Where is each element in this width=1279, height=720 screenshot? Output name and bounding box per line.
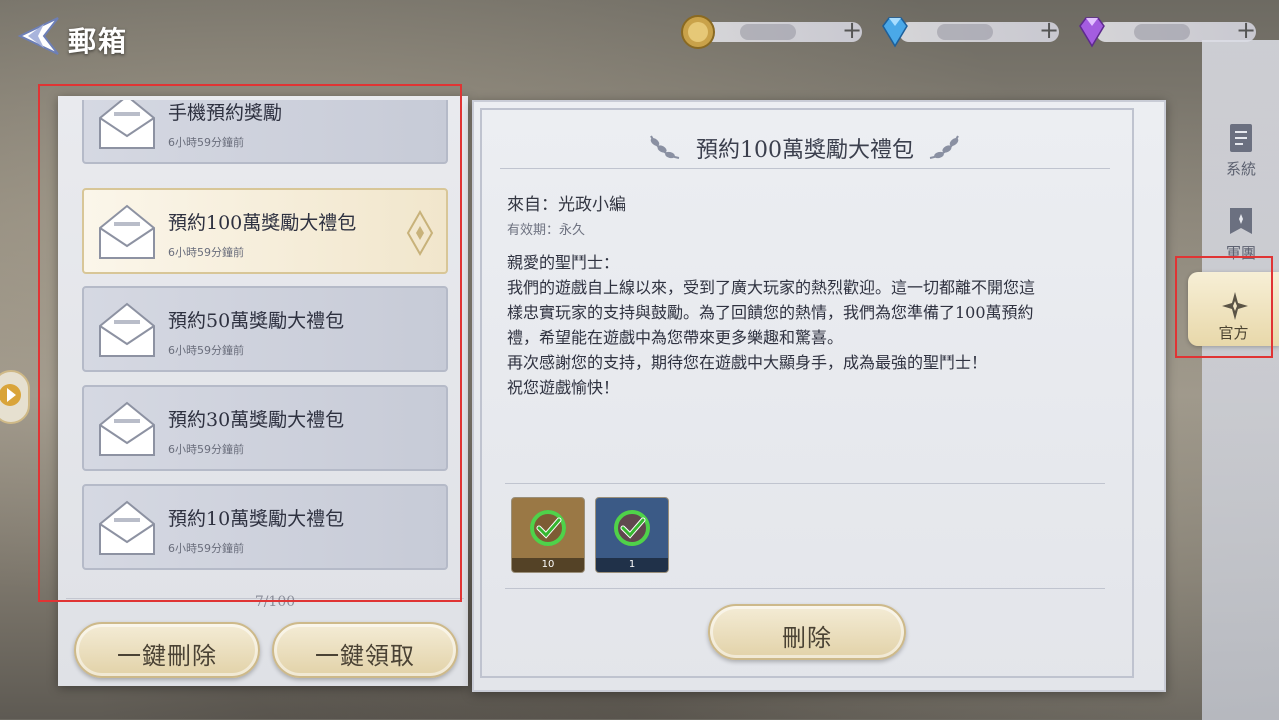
mail-body-line: 我們的遊戲自上線以來，受到了廣大玩家的熱烈歡迎。這一切都離不開您這 xyxy=(507,278,1036,297)
play-arrow-icon xyxy=(0,384,21,406)
mail-title: 預約50萬獎勵大禮包 xyxy=(168,310,345,332)
add-gold-button[interactable]: + xyxy=(840,18,864,42)
currency-value xyxy=(1134,24,1190,40)
back-button[interactable] xyxy=(14,14,62,58)
divider xyxy=(500,168,1110,169)
mail-body-line: 樣忠實玩家的支持與鼓勵。為了回饋您的熱情，我們為您準備了100萬預約 xyxy=(507,303,1034,322)
purple-diamond-icon xyxy=(1079,17,1105,48)
mail-item[interactable]: 預約30萬獎勵大禮包 6小時59分鐘前 xyxy=(82,385,448,471)
mail-time: 6小時59分鐘前 xyxy=(168,246,244,259)
mail-validity: 有效期：永久 xyxy=(507,223,586,238)
mail-sender: 來自：光政小編 xyxy=(507,195,626,215)
tab-label: 官方 xyxy=(1218,324,1249,342)
mail-time: 6小時59分鐘前 xyxy=(168,542,244,555)
detail-title: 預約100萬獎勵大禮包 xyxy=(696,138,914,163)
selected-diamond-icon xyxy=(406,209,434,257)
delete-all-button[interactable]: 一鍵刪除 xyxy=(74,622,260,678)
tab-legion[interactable]: 軍團 xyxy=(1206,200,1276,274)
button-label: 一鍵刪除 xyxy=(117,642,217,670)
claimed-check-icon xyxy=(614,510,650,546)
envelope-icon xyxy=(99,500,155,555)
mail-list[interactable]: 手機預約獎勵 6小時59分鐘前 預約100萬獎勵大禮包 6小時59分鐘前 預約5… xyxy=(80,100,455,580)
mail-item[interactable]: 預約50萬獎勵大禮包 6小時59分鐘前 xyxy=(82,286,448,372)
mail-body-line: 再次感謝您的支持，期待您在遊戲中大顯身手，成為最強的聖鬥士！ xyxy=(507,353,988,372)
envelope-icon xyxy=(99,401,155,456)
attachment-qty: 1 xyxy=(596,558,668,572)
blue-diamond-icon xyxy=(882,17,908,48)
tab-label: 軍團 xyxy=(1225,244,1256,262)
side-expand-button[interactable] xyxy=(0,370,30,424)
mail-time: 6小時59分鐘前 xyxy=(168,443,244,456)
attachment-item[interactable]: 1 xyxy=(595,497,669,573)
tab-system[interactable]: 系統 xyxy=(1206,116,1276,190)
envelope-icon xyxy=(99,100,155,149)
currency-value xyxy=(937,24,993,40)
document-icon xyxy=(1230,124,1252,152)
currency-value xyxy=(740,24,796,40)
attachment-qty: 10 xyxy=(512,558,584,572)
divider xyxy=(505,483,1105,484)
mail-time: 6小時59分鐘前 xyxy=(168,136,244,149)
mail-body-line: 祝您遊戲愉快！ xyxy=(507,378,620,397)
laurel-right-icon xyxy=(929,135,959,159)
banner-icon xyxy=(1230,208,1252,234)
tab-label: 系統 xyxy=(1225,160,1256,178)
mail-title: 預約100萬獎勵大禮包 xyxy=(168,212,357,234)
mail-title: 預約10萬獎勵大禮包 xyxy=(168,508,345,530)
mail-item[interactable]: 預約10萬獎勵大禮包 6小時59分鐘前 xyxy=(82,484,448,570)
mail-time: 6小時59分鐘前 xyxy=(168,344,244,357)
currency-gold: + xyxy=(680,14,870,49)
attachment-item[interactable]: 10 xyxy=(511,497,585,573)
currency-blue-diamond: + xyxy=(877,14,1067,48)
mail-body: 親愛的聖鬥士： 我們的遊戲自上線以來，受到了廣大玩家的熱烈歡迎。這一切都離不開您… xyxy=(507,250,1107,400)
gold-coin-icon xyxy=(681,15,715,49)
mail-item-selected[interactable]: 預約100萬獎勵大禮包 6小時59分鐘前 xyxy=(82,188,448,274)
mail-body-line: 親愛的聖鬥士： xyxy=(507,253,620,272)
button-label: 一鍵領取 xyxy=(315,642,415,670)
envelope-icon xyxy=(99,302,155,357)
button-label: 刪除 xyxy=(782,624,832,652)
mail-item[interactable]: 手機預約獎勵 6小時59分鐘前 xyxy=(82,100,448,164)
envelope-icon xyxy=(99,204,155,259)
add-blue-diamond-button[interactable]: + xyxy=(1037,18,1061,42)
mail-count: 7/100 xyxy=(254,594,296,610)
page-title: 郵箱 xyxy=(68,25,129,58)
back-arrow-icon xyxy=(17,17,59,55)
claimed-check-icon xyxy=(530,510,566,546)
tab-official[interactable]: 官方 xyxy=(1188,272,1279,346)
mail-body-line: 禮，希望能在遊戲中為您帶來更多樂趣和驚喜。 xyxy=(507,328,844,347)
divider xyxy=(505,588,1105,589)
star-compass-icon xyxy=(1222,292,1248,320)
mail-title: 預約30萬獎勵大禮包 xyxy=(168,409,345,431)
add-purple-diamond-button[interactable]: + xyxy=(1234,18,1258,42)
delete-button[interactable]: 刪除 xyxy=(708,604,906,660)
claim-all-button[interactable]: 一鍵領取 xyxy=(272,622,458,678)
mail-title: 手機預約獎勵 xyxy=(168,102,283,124)
